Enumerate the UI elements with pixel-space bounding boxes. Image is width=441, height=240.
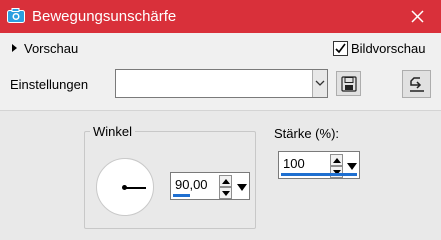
reset-icon: [410, 77, 424, 92]
strength-label: Stärke (%):: [274, 126, 340, 141]
preview-toggle[interactable]: Vorschau: [10, 41, 110, 57]
checkmark-icon: [335, 43, 346, 54]
angle-dropdown-icon[interactable]: [237, 182, 247, 192]
image-preview-label: Bildvorschau: [351, 41, 426, 56]
settings-dropdown[interactable]: [115, 69, 328, 98]
settings-label: Einstellungen: [10, 77, 89, 92]
strength-spinbox[interactable]: 100: [278, 151, 360, 179]
close-icon[interactable]: [411, 10, 424, 23]
window-title: Bewegungsunschärfe: [32, 8, 177, 25]
arrow-up-icon: [333, 158, 341, 163]
triangle-right-icon: [12, 44, 17, 52]
arrow-up-icon: [222, 179, 230, 184]
strength-value-bar: [281, 173, 357, 176]
strength-dropdown-icon[interactable]: [347, 161, 357, 171]
angle-decrement-button[interactable]: [219, 187, 232, 199]
dropdown-button[interactable]: [312, 70, 327, 97]
preview-label: Vorschau: [24, 41, 79, 56]
arrow-down-icon: [222, 191, 230, 196]
reset-button[interactable]: [402, 70, 431, 98]
camera-icon: [7, 8, 25, 23]
angle-dial[interactable]: [96, 158, 154, 216]
checkbox-box[interactable]: [333, 41, 348, 56]
chevron-down-icon: [315, 80, 325, 86]
angle-value[interactable]: 90,00: [175, 177, 208, 192]
strength-decrement-button[interactable]: [330, 166, 343, 178]
image-preview-checkbox[interactable]: Bildvorschau: [333, 40, 433, 58]
strength-increment-button[interactable]: [330, 154, 343, 166]
angle-value-bar: [173, 194, 190, 197]
angle-spinbox[interactable]: 90,00: [170, 172, 250, 200]
title-bar: Bewegungsunschärfe: [0, 0, 441, 33]
floppy-disk-icon: [341, 76, 357, 92]
dial-needle[interactable]: [125, 187, 146, 189]
preview-row: Vorschau Bildvorschau: [0, 33, 441, 63]
angle-increment-button[interactable]: [219, 175, 232, 187]
angle-group-label: Winkel: [90, 124, 136, 139]
save-preset-button[interactable]: [336, 71, 361, 96]
strength-value[interactable]: 100: [283, 156, 305, 171]
